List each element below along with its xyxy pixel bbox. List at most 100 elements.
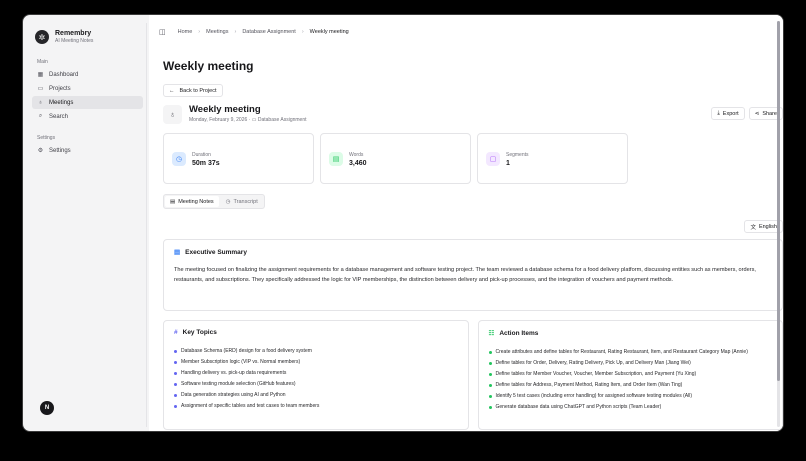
breadcrumb-project[interactable]: Database Assignment [242,29,296,35]
share-label: Share [762,110,777,117]
mic-icon: ♁ [163,105,182,124]
sidebar-section-settings: Settings [37,135,56,141]
stat-label: Segments [506,152,529,158]
executive-summary-card: ▤ Executive Summary The meeting focused … [163,239,783,311]
list-item: Assignment of specific tables and test c… [174,401,458,412]
meeting-title: Weekly meeting [189,104,261,115]
sidebar-item-label: Dashboard [49,71,79,78]
summary-title: Executive Summary [185,248,247,256]
card-title: ▤ Executive Summary [174,248,772,257]
brand-subtitle: AI Meeting Notes [55,38,94,44]
stat-label: Words [349,152,364,158]
download-icon: ⤓ [717,110,720,116]
tab-meeting-notes[interactable]: ▤ Meeting Notes [165,196,219,207]
meeting-date: Monday, February 9, 2026 [189,117,248,123]
stat-value: 1 [506,160,510,167]
sidebar-item-meetings[interactable]: ♁ Meetings [32,96,143,109]
chevron-right-icon: › [301,29,304,35]
brand-logo-icon: ✲ [35,30,49,44]
file-text-icon: ▤ [329,152,343,166]
language-row: 文 English [163,220,783,233]
mic-icon: ♁ [38,99,43,106]
stat-card-words: ▤ Words 3,460 [320,133,471,184]
meeting-meta: Monday, February 9, 2026 · ▭ Database As… [189,117,307,123]
export-label: Export [722,110,739,117]
hash-icon: # [174,329,178,336]
list-item: Generate database data using ChatGPT and… [488,402,773,413]
notes-icon: ▤ [170,198,176,205]
sidebar-item-label: Settings [49,147,71,154]
translate-icon: 文 [750,224,756,231]
main-panel: ◫ Home › Meetings › Database Assignment … [149,15,783,431]
document-icon: ▤ [174,249,181,256]
list-item: Database Schema (ERD) design for a food … [174,346,458,357]
list-item: Define tables for Address, Payment Metho… [488,380,773,391]
folder-icon: ▭ [37,86,44,92]
content: Weekly meeting ← Back to Project ♁ Weekl… [163,49,783,430]
chevron-right-icon: › [198,29,201,35]
list-item: Create attributes and define tables for … [488,347,773,358]
list-item: Member Subscription logic (VIP vs. Norma… [174,357,458,368]
stat-card-duration: ◷ Duration 50m 37s [163,133,314,184]
stat-value: 3,460 [349,160,367,167]
tab-label: Transcript [233,198,258,205]
back-label: Back to Project [179,87,217,94]
sidebar-item-projects[interactable]: ▭ Projects [32,82,143,95]
brand[interactable]: ✲ Remembry AI Meeting Notes [29,23,146,51]
message-icon: ▢ [486,152,500,166]
list-item: Identify 5 test cases (including error h… [488,391,773,402]
page-title: Weekly meeting [163,59,254,73]
breadcrumb: ◫ Home › Meetings › Database Assignment … [149,15,783,49]
summary-text: The meeting focused on finalizing the as… [174,267,756,283]
search-icon: ⌕ [38,113,43,119]
folder-icon: ▭ [251,117,257,123]
key-topics-card: # Key Topics Database Schema (ERD) desig… [163,320,469,430]
sidebar-item-settings[interactable]: ⚙ Settings [32,144,143,157]
gear-icon: ⚙ [37,148,44,154]
sidebar-item-label: Projects [49,85,71,92]
stat-label: Duration [192,152,211,158]
sidebar-toggle-icon[interactable]: ◫ [159,28,166,36]
list-item: Define tables for Order, Delivery, Ratin… [488,358,773,369]
sidebar: ✲ Remembry AI Meeting Notes Main ▦ Dashb… [29,23,147,427]
sidebar-item-dashboard[interactable]: ▦ Dashboard [32,68,143,81]
header-actions: ⤓ Export ⋖ Share [711,107,783,120]
sidebar-item-search[interactable]: ⌕ Search [32,110,143,123]
breadcrumb-meetings[interactable]: Meetings [206,29,228,35]
breadcrumb-home[interactable]: Home [178,29,193,35]
key-topics-list: Database Schema (ERD) design for a food … [174,346,458,412]
sidebar-item-label: Meetings [49,99,74,106]
meeting-header: ♁ Weekly meeting Monday, February 9, 202… [163,104,783,126]
grid-icon: ▦ [37,72,44,78]
list-item: Handling delivery vs. pick-up data requi… [174,368,458,379]
list-item: Software testing module selection (GitHu… [174,379,458,390]
brand-title: Remembry [55,30,92,37]
stat-card-segments: ▢ Segments 1 [477,133,628,184]
action-items-list: Create attributes and define tables for … [488,347,773,413]
list-item: Data generation strategies using AI and … [174,390,458,401]
checklist-icon: ☷ [488,330,495,337]
breadcrumb-current: Weekly meeting [309,29,349,35]
action-items-card: ☷ Action Items Create attributes and def… [477,320,783,430]
stat-value: 50m 37s [192,160,220,167]
scrollbar-thumb[interactable] [777,21,780,381]
tab-transcript[interactable]: ◷ Transcript [221,196,263,207]
app-window: ✲ Remembry AI Meeting Notes Main ▦ Dashb… [22,14,784,432]
clock-icon: ◷ [225,198,231,205]
action-items-title: Action Items [499,329,539,337]
language-label: English [758,223,777,230]
key-topics-title: Key Topics [182,329,217,336]
stats-row: ◷ Duration 50m 37s ▤ Words 3,460 ▢ Segme… [163,133,783,184]
meeting-project[interactable]: Database Assignment [258,117,307,123]
chevron-right-icon: › [234,29,237,35]
back-to-project-button[interactable]: ← Back to Project [163,84,223,97]
sidebar-item-label: Search [49,113,69,120]
export-button[interactable]: ⤓ Export [711,107,745,120]
tab-label: Meeting Notes [178,198,214,205]
tab-list: ▤ Meeting Notes ◷ Transcript [163,194,265,209]
arrow-left-icon: ← [169,87,175,94]
sidebar-section-main: Main [37,59,48,65]
card-title: # Key Topics [174,329,458,336]
scrollbar[interactable] [777,21,780,427]
avatar[interactable]: N [40,401,54,415]
